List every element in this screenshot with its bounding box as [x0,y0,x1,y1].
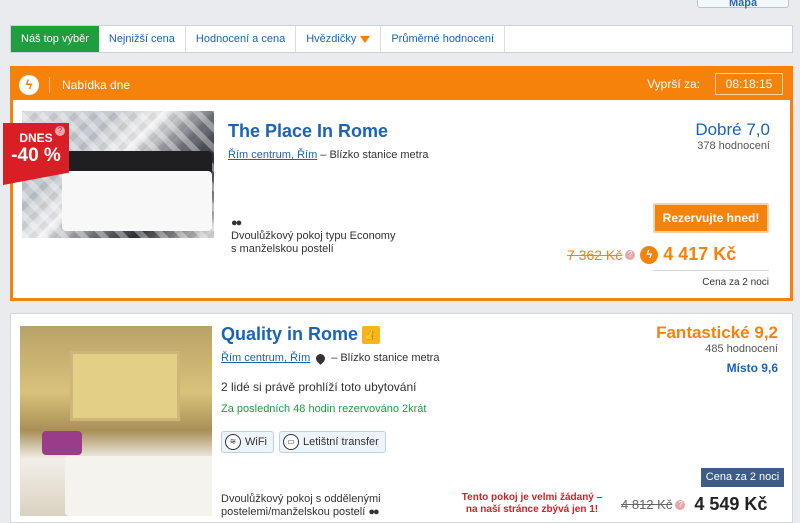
badge-discount: -40 % [11,145,61,166]
reserve-button[interactable]: Rezervujte hned! [653,203,769,233]
review-count: 485 hodnocení [705,343,778,355]
map-button[interactable]: Mapa [697,0,789,9]
room-line-1: Dvoulůžkový pokoj typu Economy [231,230,396,242]
new-price: 4 549 Kč [694,494,768,514]
tab-average-rating[interactable]: Průměrné hodnocení [381,26,506,52]
deal-header-label: Nabídka dne [49,76,130,93]
location-score: Místo 9,6 [726,361,778,375]
lightning-icon: ϟ [19,74,39,95]
wall-frame-image [70,351,180,421]
hotel-photo[interactable] [20,326,212,516]
hotel-name[interactable]: The Place In Rome [228,121,388,142]
amenity-airport-transfer: ▭ Letištní transfer [279,431,386,453]
countdown-timer: 08:18:15 [715,73,783,95]
amenity-label: WiFi [245,436,267,448]
price-row: 4 812 Kč ? 4 549 Kč [621,494,767,515]
review-count: 378 hodnocení [697,140,770,152]
hotel-name-text: Quality in Rome [221,324,359,344]
viewers-text: 2 lidé si právě prohlíží toto ubytování [221,380,417,394]
thumbs-up-icon: 👍 [362,326,381,345]
people-icon: ●● [231,217,242,229]
room-description: ●● Dvoulůžkový pokoj typu Economy s manž… [231,217,395,256]
sort-tabs: Náš top výběr Nejnižší cena Hodnocení a … [10,25,793,53]
price-row: 7 362 Kč ? ϟ 4 417 Kč [567,244,736,265]
new-price: 4 417 Kč [663,244,737,264]
dropdown-triangle-icon [360,35,371,43]
room-description: Dvoulůžkový pokoj s oddělenými postelemi… [221,493,381,519]
bed-image [62,171,212,231]
amenity-label: Letištní transfer [303,436,379,448]
location-note: – Blízko stanice metra [331,352,440,364]
deal-header: ϟ Nabídka dne Vyprší za: 08:18:15 [13,69,790,100]
rating-label: Dobré 7,0 [695,120,770,139]
location-link[interactable]: Řím centrum, Řím [228,149,317,161]
hotel-location: Řím centrum, Řím – Blízko stanice metra [228,149,429,161]
tab-top-picks[interactable]: Náš top výběr [11,26,99,52]
booked-text: Za posledních 48 hodin rezervováno 2krát [221,403,427,415]
people-icon: ●● [368,506,379,518]
lightning-icon: ϟ [640,245,659,264]
amenity-wifi: ≋ WiFi [221,431,274,453]
rating-label: Fantastické 9,2 [656,323,778,342]
warning-line-1: Tento pokoj je velmi žádaný – [461,492,603,503]
old-price: 7 362 Kč [567,246,623,263]
rating-block: Fantastické 9,2 485 hodnocení Místo 9,6 [656,323,778,375]
tab-lowest-price[interactable]: Nejnižší cena [99,26,186,52]
sofa-image [42,431,82,455]
room-line-1: Dvoulůžkový pokoj s oddělenými [221,493,381,505]
rating-block: Dobré 7,0 378 hodnocení [695,120,770,152]
room-line-2-text: postelemi/manželskou postelí [221,506,366,518]
room-line-2: s manželskou postelí [231,243,334,255]
deal-of-day-card: ϟ Nabídka dne Vyprší za: 08:18:15 DNES -… [3,66,793,301]
hotel-name[interactable]: Quality in Rome 👍 [221,324,381,345]
location-note: – Blízko stanice metra [320,149,429,161]
hotel-location: Řím centrum, Řím – Blízko stanice metra [221,351,440,365]
warning-line-2: na naší stránce zbývá jen 1! [465,504,599,515]
price-note: Cena za 2 noci [653,270,769,288]
bed-image [65,456,212,516]
wifi-icon: ≋ [225,434,241,450]
question-icon[interactable]: ? [55,126,65,136]
location-link[interactable]: Řím centrum, Řím [221,352,310,364]
tab-stars-label: Hvězdičky [306,33,357,45]
question-icon[interactable]: ? [625,249,636,260]
question-icon[interactable]: ? [675,499,686,510]
room-line-2: postelemi/manželskou postelí ●● [221,506,381,519]
expires-label: Vyprší za: [647,77,700,91]
tab-stars[interactable]: Hvězdičky [296,26,382,52]
map-pin-icon[interactable] [314,351,328,365]
shuttle-icon: ▭ [283,434,299,450]
old-price: 4 812 Kč [621,497,673,512]
hotel-card: Quality in Rome 👍 Řím centrum, Řím – Blízk… [10,313,793,523]
price-note-badge: Cena za 2 noci [701,468,784,487]
tab-rating-price[interactable]: Hodnocení a cena [186,26,297,52]
demand-warning: Tento pokoj je velmi žádaný – na naší st… [448,492,616,516]
